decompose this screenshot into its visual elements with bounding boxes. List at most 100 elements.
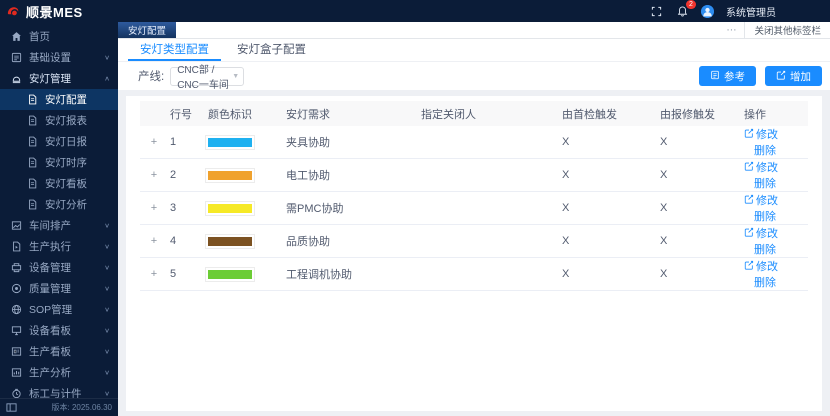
color-swatch [208,171,252,180]
expand-row-icon[interactable]: + [140,225,168,258]
row-actions-cell: 修改删除 [742,258,808,291]
column-header: 指定关闭人 [419,101,560,126]
current-user-name[interactable]: 系统管理员 [726,4,776,19]
sidebar-item-车间排产[interactable]: 车间排产∨ [0,215,118,236]
sidebar-item-安灯时序[interactable]: 安灯时序 [0,152,118,173]
sidebar-footer: 版本: 2025.06.30 [0,398,118,416]
timer-icon [10,388,22,399]
chevron-down-icon: ∨ [104,369,110,376]
sidebar-item-安灯分析[interactable]: 安灯分析 [0,194,118,215]
document-icon [26,94,38,106]
fullscreen-icon[interactable] [649,4,663,18]
sidebar-item-生产分析[interactable]: 生产分析 ∨ [0,362,118,383]
user-avatar[interactable] [701,5,714,18]
document-icon [26,199,38,211]
reference-button[interactable]: 参考 [699,66,756,86]
sidebar-item-label: 安灯配置 [45,92,87,107]
chevron-down-icon: ▼ [232,73,239,80]
sop-icon [10,304,22,316]
expand-row-icon[interactable]: + [140,159,168,192]
first-check-trigger-cell: X [560,258,658,291]
sidebar-item-基础设置[interactable]: 基础设置∨ [0,47,118,68]
action-buttons: 参考增加 [699,66,822,86]
subtab-安灯类型配置[interactable]: 安灯类型配置 [128,39,221,61]
chevron-down-icon: ∨ [104,348,110,355]
expand-row-icon[interactable]: + [140,192,168,225]
subtab-安灯盒子配置[interactable]: 安灯盒子配置 [225,39,318,61]
sidebar-item-安灯配置[interactable]: 安灯配置 [0,89,118,110]
close-other-tabs-button[interactable]: 关闭其他标签栏 [744,22,830,38]
assigned-closer-cell [419,126,560,159]
delete-link[interactable]: 删除 [754,274,776,290]
production-line-value: CNC部 / CNC一车间 [177,61,232,91]
delete-link[interactable]: 删除 [754,175,776,191]
row-actions-cell: 修改删除 [742,192,808,225]
sidebar: 首页基础设置∨安灯管理∧安灯配置安灯报表安灯日报安灯时序安灯看板安灯分析车间排产… [0,22,118,416]
table-body: +1夹具协助XX修改删除+2电工协助XX修改删除+3需PMC协助XX修改删除+4… [140,126,808,291]
expand-row-icon[interactable]: + [140,126,168,159]
collapse-sidebar-icon[interactable] [6,402,17,413]
assigned-closer-cell [419,192,560,225]
document-icon [26,115,38,127]
assigned-closer-cell [419,258,560,291]
sidebar-item-label: 首页 [29,29,50,44]
sidebar-item-安灯看板[interactable]: 安灯看板 [0,173,118,194]
sidebar-item-安灯管理[interactable]: 安灯管理∧ [0,68,118,89]
filter-bar: 产线: CNC部 / CNC一车间 ▼ 参考增加 [118,62,830,90]
expand-row-icon[interactable]: + [140,258,168,291]
assigned-closer-cell [419,159,560,192]
sidebar-item-label: 生产看板 [29,344,71,359]
first-check-trigger-cell: X [560,225,658,258]
sidebar-item-label: 生产分析 [29,365,71,380]
edit-icon [744,194,754,207]
first-check-trigger-cell: X [560,192,658,225]
sidebar-item-安灯日报[interactable]: 安灯日报 [0,131,118,152]
andon-demand-cell: 电工协助 [284,159,419,192]
repair-trigger-cell: X [658,159,742,192]
repair-trigger-cell: X [658,258,742,291]
add-button[interactable]: 增加 [765,66,822,86]
table-row: +2电工协助XX修改删除 [140,159,808,192]
sidebar-item-标工与计件[interactable]: 标工与计件∨ [0,383,118,398]
table-row: +4品质协助XX修改删除 [140,225,808,258]
delete-link[interactable]: 删除 [754,241,776,257]
sidebar-item-label: 基础设置 [29,50,71,65]
chart-icon [10,367,22,379]
modify-link[interactable]: 修改 [744,225,778,241]
table-row: +5工程调机协助XX修改删除 [140,258,808,291]
chevron-down-icon: ∨ [104,243,110,250]
delete-link[interactable]: 删除 [754,142,776,158]
sidebar-item-生产执行[interactable]: 生产执行 ∨ [0,236,118,257]
sidebar-item-设备看板[interactable]: 设备看板∨ [0,320,118,341]
document-icon [26,136,38,148]
equipment-icon [10,262,22,274]
column-header: 操作 [742,101,808,126]
sidebar-item-设备管理[interactable]: 设备管理∨ [0,257,118,278]
chevron-down-icon: ∨ [104,264,110,271]
modify-link[interactable]: 修改 [744,126,778,142]
production-line-select[interactable]: CNC部 / CNC一车间 ▼ [170,67,244,86]
home-icon [10,31,22,43]
first-check-trigger-cell: X [560,126,658,159]
column-header [140,101,168,126]
sidebar-item-安灯报表[interactable]: 安灯报表 [0,110,118,131]
modify-link[interactable]: 修改 [744,192,778,208]
andon-lamp-icon [10,73,22,85]
sidebar-item-质量管理[interactable]: 质量管理∨ [0,278,118,299]
sidebar-item-label: 生产执行 [29,239,71,254]
column-header: 行号 [168,101,206,126]
tab-more-icon[interactable]: ⋯ [718,22,744,38]
sidebar-item-SOP管理[interactable]: SOP管理∨ [0,299,118,320]
sidebar-item-生产看板[interactable]: 生产看板 ∨ [0,341,118,362]
settings-icon [10,52,22,64]
andon-type-table-card: 行号颜色标识安灯需求指定关闭人由首检触发由报修触发操作 +1夹具协助XX修改删除… [126,96,822,411]
notification-bell-icon[interactable]: 2 [675,4,689,18]
tab-andon-config[interactable]: 安灯配置 [118,22,176,38]
sidebar-item-首页[interactable]: 首页 [0,26,118,47]
andon-demand-cell: 需PMC协助 [284,192,419,225]
edit-icon [744,161,754,174]
modify-link[interactable]: 修改 [744,258,778,274]
delete-link[interactable]: 删除 [754,208,776,224]
modify-link[interactable]: 修改 [744,159,778,175]
document-icon [26,178,38,190]
